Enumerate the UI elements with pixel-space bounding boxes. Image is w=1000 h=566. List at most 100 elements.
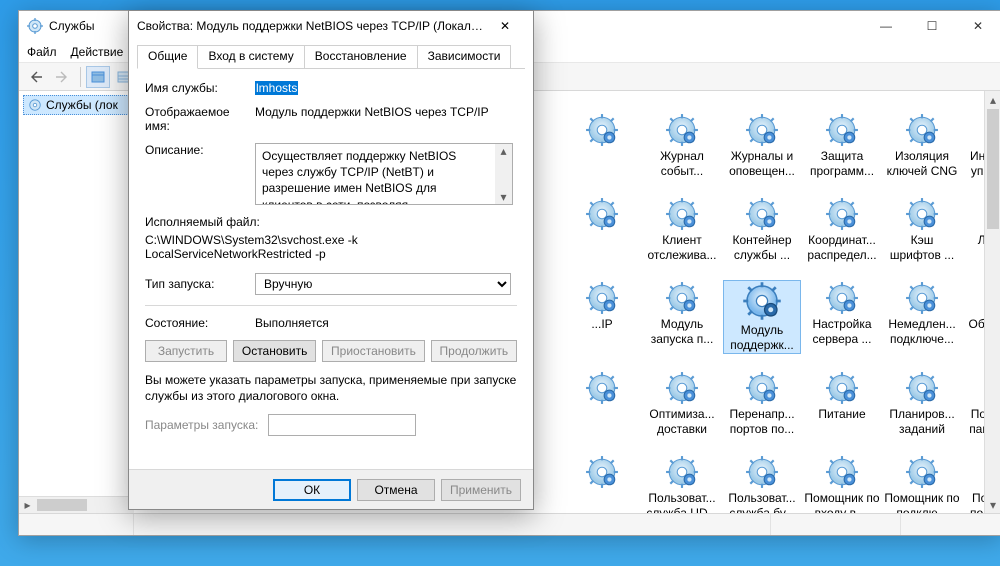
scroll-thumb[interactable]: [987, 109, 999, 229]
service-gear-icon: [745, 455, 779, 489]
service-gear-icon: [905, 113, 939, 147]
service-item[interactable]: Перенапр... портов по...: [724, 371, 800, 437]
ok-button[interactable]: ОК: [273, 479, 351, 501]
service-item[interactable]: Журналы и оповещен...: [724, 113, 800, 179]
dialog-titlebar: Свойства: Модуль поддержки NetBIOS через…: [129, 11, 533, 41]
properties-dialog: Свойства: Модуль поддержки NetBIOS через…: [128, 10, 534, 510]
service-gear-icon: [825, 197, 859, 231]
service-item-label: Настройка сервера ...: [804, 317, 880, 347]
cancel-button[interactable]: Отмена: [357, 479, 435, 501]
tab-recovery[interactable]: Восстановление: [304, 45, 418, 68]
service-item[interactable]: Защита программ...: [804, 113, 880, 179]
service-item-label: Журнал событ...: [644, 149, 720, 179]
service-item[interactable]: Пользоват... служба бу...: [724, 455, 800, 513]
service-item[interactable]: Клиент отслежива...: [644, 197, 720, 263]
dialog-body: Имя службы: lmhosts Отображаемое имя: Мо…: [129, 69, 533, 454]
tab-dependencies[interactable]: Зависимости: [417, 45, 512, 68]
service-item[interactable]: Журнал событ...: [644, 113, 720, 179]
label-service-name: Имя службы:: [145, 81, 255, 95]
service-gear-icon: [825, 371, 859, 405]
service-item-label: Контейнер службы ...: [724, 233, 800, 263]
service-item[interactable]: [564, 371, 640, 437]
tree-root-services[interactable]: Службы (лок: [23, 95, 129, 115]
service-item[interactable]: [564, 455, 640, 513]
service-item[interactable]: Модуль запуска п...: [644, 281, 720, 353]
service-item-label: Журналы и оповещен...: [724, 149, 800, 179]
service-gear-icon: [665, 371, 699, 405]
service-item-label: Помощник по подклю...: [884, 491, 960, 513]
service-item[interactable]: Модуль поддержк...: [724, 281, 800, 353]
apply-button: Применить: [441, 479, 521, 501]
label-executable: Исполняемый файл:: [145, 215, 517, 229]
service-item-label: Планиров... заданий: [884, 407, 960, 437]
scroll-up-button[interactable]: ▴: [985, 91, 1000, 108]
service-gear-icon: [825, 281, 859, 315]
tab-logon[interactable]: Вход в систему: [197, 45, 304, 68]
tab-general[interactable]: Общие: [137, 45, 198, 69]
service-gear-icon: [665, 197, 699, 231]
tree-pane: Службы (лок: [19, 91, 134, 513]
service-name-value[interactable]: lmhosts: [255, 81, 298, 95]
dialog-tabs: Общие Вход в систему Восстановление Зави…: [137, 45, 525, 69]
service-gear-icon: [905, 455, 939, 489]
tree-scroll-thumb[interactable]: [37, 499, 87, 511]
service-item[interactable]: Контейнер службы ...: [724, 197, 800, 263]
label-state: Состояние:: [145, 316, 255, 330]
service-item[interactable]: [564, 113, 640, 179]
service-item[interactable]: Питание: [804, 371, 880, 437]
service-item[interactable]: Координат... распредел...: [804, 197, 880, 263]
view-details-button[interactable]: [86, 66, 110, 88]
service-item[interactable]: Изоляция ключей CNG: [884, 113, 960, 179]
service-gear-icon: [585, 371, 619, 405]
minimize-button[interactable]: —: [863, 11, 909, 41]
back-button[interactable]: [25, 66, 49, 88]
service-item[interactable]: Настройка сервера ...: [804, 281, 880, 353]
service-gear-icon: [825, 113, 859, 147]
start-button: Запустить: [145, 340, 227, 362]
desc-scroll-up[interactable]: ▴: [495, 144, 512, 158]
statusbar: [19, 513, 1000, 535]
service-item[interactable]: Планиров... заданий: [884, 371, 960, 437]
service-item-label: Клиент отслежива...: [644, 233, 720, 263]
service-item-label: Оптимиза... доставки: [644, 407, 720, 437]
service-item[interactable]: Помощник по входу в ...: [804, 455, 880, 513]
dialog-close-button[interactable]: ✕: [485, 12, 525, 40]
dialog-title: Свойства: Модуль поддержки NetBIOS через…: [137, 19, 485, 33]
service-item-label: Модуль запуска п...: [644, 317, 720, 347]
toolbar-separator: [80, 67, 81, 87]
menu-action[interactable]: Действие: [71, 45, 124, 59]
service-item-label: Питание: [818, 407, 865, 422]
tree-horizontal-scrollbar[interactable]: ◂ ▸: [19, 496, 134, 513]
service-item[interactable]: ...IP: [564, 281, 640, 353]
description-scrollbar[interactable]: ▴ ▾: [495, 144, 512, 204]
close-button[interactable]: ✕: [955, 11, 1000, 41]
display-name-value: Модуль поддержки NetBIOS через TCP/IP: [255, 105, 517, 119]
window-controls: — ☐ ✕: [863, 11, 1000, 41]
state-value: Выполняется: [255, 316, 517, 330]
service-item[interactable]: Помощник по подклю...: [884, 455, 960, 513]
scroll-down-button[interactable]: ▾: [985, 496, 1000, 513]
service-item-label: Пользоват... служба UD...: [644, 491, 720, 513]
service-item[interactable]: Пользоват... служба UD...: [644, 455, 720, 513]
service-item[interactable]: Оптимиза... доставки: [644, 371, 720, 437]
resume-button: Продолжить: [431, 340, 517, 362]
service-item-label: Координат... распредел...: [804, 233, 880, 263]
service-gear-icon: [585, 281, 619, 315]
control-buttons: Запустить Остановить Приостановить Продо…: [145, 340, 517, 362]
service-item[interactable]: Кэш шрифтов ...: [884, 197, 960, 263]
tree-scroll-right[interactable]: ▸: [19, 497, 36, 513]
desc-scroll-down[interactable]: ▾: [495, 190, 512, 204]
forward-button[interactable]: [51, 66, 75, 88]
maximize-button[interactable]: ☐: [909, 11, 955, 41]
startup-type-select[interactable]: Вручную: [255, 273, 511, 295]
stop-button[interactable]: Остановить: [233, 340, 316, 362]
service-item-label: Немедлен... подключе...: [884, 317, 960, 347]
vertical-scrollbar[interactable]: ▴ ▾: [984, 91, 1000, 513]
label-startup-type: Тип запуска:: [145, 277, 255, 291]
service-gear-icon: [905, 371, 939, 405]
service-item[interactable]: [564, 197, 640, 263]
service-item[interactable]: Немедлен... подключе...: [884, 281, 960, 353]
menu-file[interactable]: Файл: [27, 45, 57, 59]
service-item-label: Кэш шрифтов ...: [884, 233, 960, 263]
gear-icon: [27, 18, 43, 34]
